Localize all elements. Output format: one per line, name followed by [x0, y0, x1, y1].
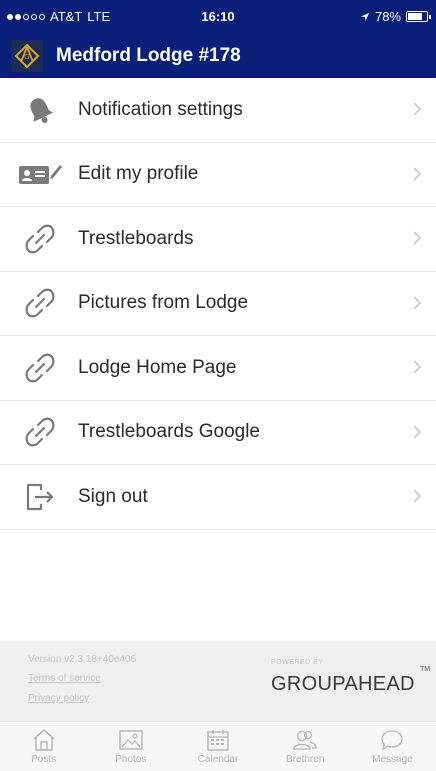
tab-photos[interactable]: Photos — [87, 722, 174, 771]
footer: Version v2.3.18+40e406 Terms of service … — [0, 641, 436, 721]
menu-item-label: Edit my profile — [78, 163, 199, 185]
chevron-right-icon — [413, 424, 422, 439]
groupahead-logo: GROUPAHEAD — [271, 673, 415, 695]
trademark-mark: TM — [420, 666, 431, 673]
menu-item-trestleboards[interactable]: Trestleboards — [0, 207, 436, 272]
chevron-right-icon — [413, 231, 422, 245]
menu-item-notification-settings[interactable]: Notification settings — [0, 78, 436, 143]
home-icon — [33, 729, 55, 751]
lodge-logo: G — [11, 39, 43, 72]
menu-item-label: Trestleboards Google — [78, 421, 261, 443]
menu-item-label: Notification settings — [78, 98, 243, 120]
tab-brethren[interactable]: Brethren — [262, 722, 349, 771]
powered-by-text: POWERED BY — [271, 659, 324, 666]
battery-icon — [406, 11, 431, 22]
privacy-policy-link[interactable]: Privacy policy — [28, 693, 89, 704]
svg-text:G: G — [24, 54, 29, 61]
page-title: Medford Lodge #178 — [56, 44, 241, 66]
tab-bar: Posts Photos Calendar Brethren Message — [0, 721, 436, 771]
chat-bubble-icon — [381, 730, 404, 751]
tab-label: Brethren — [286, 754, 325, 765]
app-header: G Medford Lodge #178 — [0, 33, 436, 78]
menu-item-label: Lodge Home Page — [78, 356, 237, 378]
menu-item-sign-out[interactable]: Sign out — [0, 465, 436, 530]
link-icon — [8, 271, 72, 335]
tab-posts[interactable]: Posts — [0, 722, 87, 771]
tab-label: Posts — [31, 754, 57, 765]
menu-item-edit-profile[interactable]: Edit my profile — [0, 142, 436, 207]
settings-menu: Notification settings Edit my profile Tr… — [0, 78, 436, 530]
calendar-icon — [207, 730, 229, 751]
link-icon — [8, 400, 72, 464]
menu-item-label: Trestleboards — [78, 227, 194, 249]
menu-item-label: Sign out — [78, 485, 148, 507]
tab-label: Photos — [115, 754, 147, 765]
chevron-right-icon — [413, 295, 422, 310]
battery-info: 78% — [360, 9, 431, 24]
id-card-edit-icon — [8, 142, 72, 206]
photo-icon — [119, 730, 143, 750]
tab-label: Message — [372, 754, 413, 765]
link-icon — [8, 336, 72, 400]
menu-item-pictures-from-lodge[interactable]: Pictures from Lodge — [0, 271, 436, 336]
sign-out-icon — [8, 465, 72, 529]
battery-percent: 78% — [374, 9, 401, 24]
menu-item-trestleboards-google[interactable]: Trestleboards Google — [0, 400, 436, 465]
tab-label: Calendar — [197, 754, 239, 765]
chevron-right-icon — [413, 102, 422, 116]
terms-of-service-link[interactable]: Terms of service — [28, 673, 101, 684]
tab-message[interactable]: Message — [349, 722, 436, 771]
menu-item-lodge-home-page[interactable]: Lodge Home Page — [0, 336, 436, 401]
version-text: Version v2.3.18+40e406 — [28, 654, 137, 665]
menu-item-label: Pictures from Lodge — [78, 292, 249, 314]
tab-calendar[interactable]: Calendar — [174, 722, 261, 771]
chevron-right-icon — [413, 166, 422, 181]
chevron-right-icon — [413, 360, 422, 374]
location-arrow-icon — [360, 12, 369, 21]
people-icon — [293, 730, 317, 750]
square-compass-icon: G — [14, 43, 40, 68]
link-icon — [8, 207, 72, 271]
status-bar: AT&T LTE 16:10 78% — [0, 0, 436, 33]
bell-icon — [8, 78, 72, 142]
chevron-right-icon — [413, 489, 422, 503]
